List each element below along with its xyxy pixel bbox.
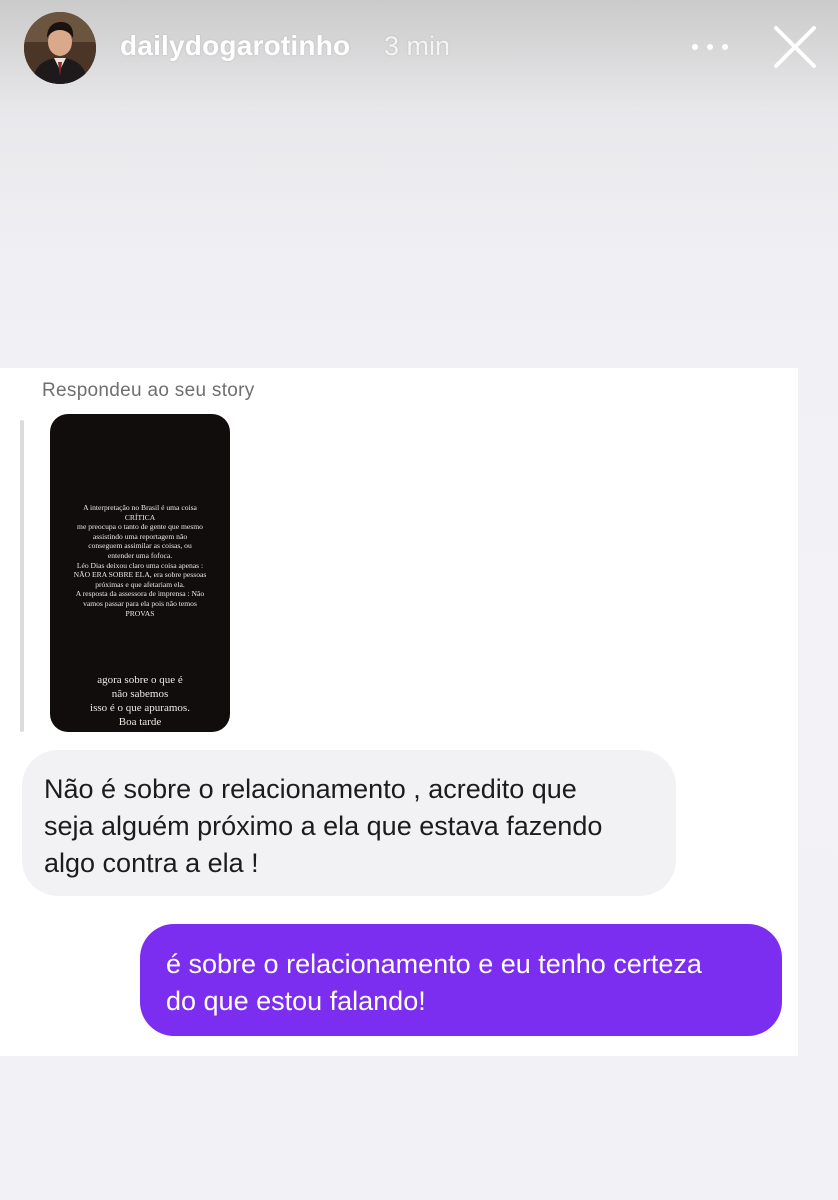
story-text-line: Boa tarde: [118, 716, 162, 728]
story-text-line: vamos passar para ela pois não temos: [83, 598, 197, 608]
story-thumbnail-closing-text: agora sobre o que é não sabemos isso é o…: [58, 673, 222, 729]
username[interactable]: dailydogarotinho: [120, 30, 350, 62]
reply-quote-bar: [20, 420, 24, 732]
replied-to-story-label: Respondeu ao seu story: [42, 380, 255, 401]
story-text-line: PROVAS: [125, 608, 155, 618]
message-line: seja alguém próximo a ela que estava faz…: [44, 811, 603, 841]
more-options-button[interactable]: [690, 34, 730, 58]
post-time: 3 min: [384, 31, 451, 61]
story-text-line: A interpretação no Brasil é uma coisa: [83, 503, 197, 512]
profile-photo-icon: [24, 12, 96, 84]
story-text-line: NÃO ERA SOBRE ELA, era sobre pessoas: [73, 570, 207, 580]
story-text-line: conseguem assimilar as coisas, ou: [88, 541, 192, 551]
outgoing-message-text: é sobre o relacionamento e eu tenho cert…: [166, 946, 702, 1020]
close-button[interactable]: [770, 22, 820, 72]
story-header: dailydogarotinho 3 min: [0, 0, 838, 100]
more-horizontal-icon: [707, 44, 713, 50]
message-line: do que estou falando!: [166, 986, 426, 1016]
story-text-line: agora sobre o que é: [97, 674, 183, 686]
story-text-line: Léo Dias deixou claro uma coisa apenas :: [76, 560, 204, 570]
more-horizontal-icon: [692, 44, 698, 50]
message-line: algo contra a ela !: [44, 848, 259, 878]
outgoing-message-bubble[interactable]: é sobre o relacionamento e eu tenho cert…: [140, 924, 782, 1036]
incoming-message-bubble[interactable]: Não é sobre o relacionamento , acredito …: [22, 750, 676, 896]
story-text-line: assistindo uma reportagem não: [92, 531, 188, 541]
story-thumbnail-text: A interpretação no Brasil é uma coisa CR…: [58, 503, 222, 618]
story-thumbnail[interactable]: A interpretação no Brasil é uma coisa CR…: [50, 414, 230, 732]
story-text-line: próximas e que afetariam ela.: [95, 579, 185, 589]
incoming-message-text: Não é sobre o relacionamento , acredito …: [44, 771, 602, 882]
story-text-line: não sabemos: [111, 688, 169, 700]
close-icon: [774, 26, 816, 68]
story-text-line: isso é o que apuramos.: [90, 702, 190, 714]
avatar[interactable]: [24, 12, 96, 84]
story-text-line: CRÍTICA: [124, 512, 156, 522]
story-text-line: entender uma fofoca.: [107, 550, 173, 560]
dm-screenshot-card: Respondeu ao seu story A interpretação n…: [0, 368, 798, 1056]
more-horizontal-icon: [722, 44, 728, 50]
story-text-line: me preocupa o tanto de gente que mesmo: [77, 522, 203, 532]
message-line: Não é sobre o relacionamento , acredito …: [44, 774, 577, 804]
message-line: é sobre o relacionamento e eu tenho cert…: [166, 949, 702, 979]
story-text-line: A resposta da assessora de imprensa : Nã…: [75, 589, 205, 599]
